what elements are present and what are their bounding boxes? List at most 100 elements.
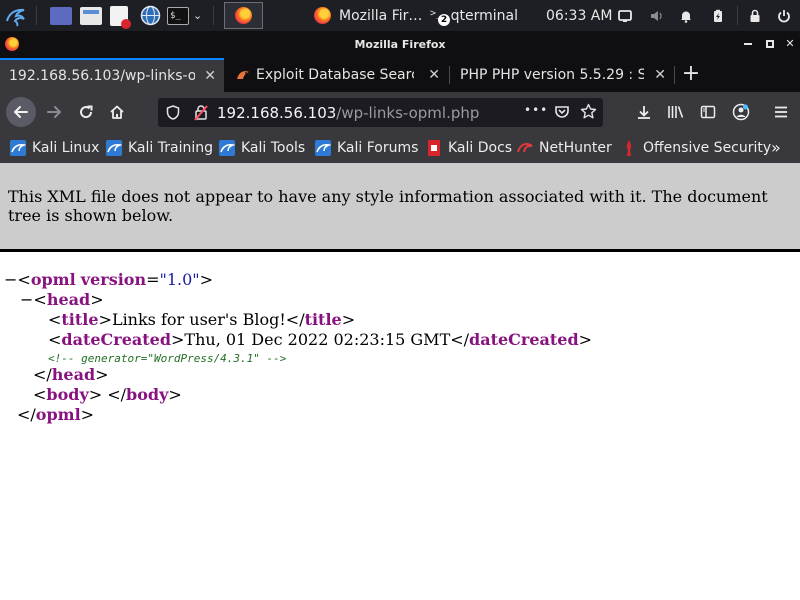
menu-button[interactable] — [767, 98, 795, 126]
terminal-icon: $_ — [167, 6, 189, 25]
bookmark-label: Kali Forums — [337, 140, 419, 156]
sidebar-button[interactable] — [694, 98, 722, 126]
downloads-button[interactable] — [630, 98, 658, 126]
tab-label: 192.168.56.103/wp-links-opml.php — [9, 68, 195, 84]
xml-title-element: <title>Links for user's Blog!</title> — [48, 310, 356, 329]
lock-screen-button[interactable] — [748, 0, 762, 31]
tab-label: PHP PHP version 5.5.29 : Security — [460, 67, 644, 83]
xml-info-banner: This XML file does not appear to have an… — [0, 163, 800, 250]
sidebar-icon — [700, 105, 716, 119]
workspace-button[interactable] — [50, 0, 72, 31]
reload-icon — [80, 105, 93, 119]
battery-charging-icon — [714, 9, 722, 22]
url-host: 192.168.56.103 — [217, 104, 337, 122]
pocket-icon[interactable] — [554, 104, 570, 124]
url-path: /wp-links-opml.php — [336, 104, 480, 122]
bell-icon — [681, 11, 691, 23]
library-button[interactable] — [662, 98, 690, 126]
insecure-lock-icon[interactable] — [193, 104, 209, 125]
launcher-dropdown[interactable]: ⌄ — [193, 0, 202, 31]
collapse-toggle[interactable]: − — [4, 270, 17, 289]
clock[interactable]: 06:33 AM — [546, 0, 612, 31]
tab-strip: 192.168.56.103/wp-links-opml.php ✕ Explo… — [0, 58, 800, 92]
tab-label: Exploit Database Search — [256, 67, 414, 83]
tab-close-icon[interactable]: ✕ — [204, 68, 216, 84]
xml-head-open: −<head> — [20, 290, 104, 309]
close-window-button[interactable]: ✕ — [783, 37, 797, 51]
bookmark-kali-docs[interactable]: Kali Docs — [426, 138, 512, 158]
task-firefox-label: Mozilla Fir… — [339, 7, 423, 24]
xml-attr-value: "1.0" — [159, 270, 200, 289]
bookmark-kali-linux[interactable]: Kali Linux — [10, 138, 99, 158]
bookmark-label: Kali Tools — [241, 140, 306, 156]
globe-icon — [140, 5, 161, 26]
reload-button[interactable] — [72, 98, 100, 126]
display-tray-button[interactable] — [618, 0, 632, 31]
terminal-launcher-button[interactable]: $_ — [167, 0, 189, 31]
back-button[interactable] — [6, 97, 36, 127]
minimize-icon — [744, 43, 752, 45]
xml-tag-name: title — [304, 310, 342, 329]
kali-icon — [315, 140, 331, 156]
power-button[interactable] — [777, 0, 791, 31]
xml-info-text: This XML file does not appear to have an… — [8, 187, 798, 225]
window-titlebar: Mozilla Firefox ✕ — [0, 31, 800, 58]
xml-head-close: </head> — [33, 365, 109, 384]
account-button[interactable] — [727, 98, 755, 126]
shield-icon[interactable] — [166, 105, 180, 124]
display-icon — [618, 9, 632, 22]
volume-tray-button[interactable] — [650, 0, 664, 31]
bookmark-star-icon[interactable] — [580, 103, 597, 124]
bookmarks-toolbar: Kali Linux Kali Training Kali Tools Kali… — [0, 132, 800, 163]
minimize-button[interactable] — [741, 37, 755, 51]
xml-tag-name: title — [61, 310, 99, 329]
tab-close-icon[interactable]: ✕ — [654, 67, 666, 83]
new-tab-button[interactable]: + — [678, 58, 704, 92]
text-editor-icon — [110, 5, 131, 29]
battery-tray-button[interactable] — [711, 0, 725, 31]
notifications-tray-button[interactable] — [679, 0, 693, 31]
collapse-toggle[interactable]: − — [20, 290, 33, 309]
library-icon — [668, 106, 684, 118]
bookmark-kali-tools[interactable]: Kali Tools — [219, 138, 305, 158]
bookmark-nethunter[interactable]: NetHunter — [517, 138, 612, 158]
maximize-icon — [766, 40, 774, 48]
task-qterminal[interactable]: >_ 2 qterminal — [424, 2, 524, 29]
xml-info-line: tree is shown below. — [8, 206, 174, 225]
xml-body-element: <body> </body> — [33, 385, 182, 404]
tab-php-version[interactable]: PHP PHP version 5.5.29 : Security ✕ — [450, 58, 674, 92]
bookmark-offensive-security[interactable]: Offensive Security — [621, 138, 771, 158]
xml-tag-name: opml — [30, 270, 76, 289]
maximize-button[interactable] — [763, 37, 777, 51]
tab-close-icon[interactable]: ✕ — [428, 67, 440, 83]
window-title: Mozilla Firefox — [354, 38, 446, 51]
file-manager-icon — [80, 6, 102, 25]
bookmark-kali-forums[interactable]: Kali Forums — [315, 138, 418, 158]
firefox-icon — [314, 7, 331, 24]
page-actions-icon[interactable]: ••• — [524, 103, 548, 117]
xml-comment: <!-- generator="WordPress/4.3.1" --> — [48, 349, 286, 365]
account-icon — [732, 103, 750, 121]
bookmarks-overflow-button[interactable]: » — [771, 138, 781, 157]
tab-exploit-database[interactable]: Exploit Database Search ✕ — [224, 58, 448, 92]
kali-menu-button[interactable] — [4, 0, 28, 31]
text-editor-button[interactable] — [110, 0, 131, 31]
file-manager-button[interactable] — [80, 0, 102, 31]
kali-dragon-icon — [6, 8, 25, 26]
kali-icon — [219, 140, 235, 156]
url-text[interactable]: 192.168.56.103/wp-links-opml.php — [217, 104, 479, 122]
home-button[interactable] — [103, 98, 131, 126]
tab-wp-links-opml[interactable]: 192.168.56.103/wp-links-opml.php ✕ — [0, 58, 224, 92]
task-firefox[interactable]: Mozilla Fir… — [308, 2, 424, 29]
url-bar[interactable]: 192.168.56.103/wp-links-opml.php ••• — [158, 98, 603, 127]
browser-launcher-button[interactable] — [140, 0, 161, 31]
arrow-left-icon — [14, 106, 28, 118]
xml-opml-close: </opml> — [17, 405, 95, 424]
xml-tag-name: head — [51, 365, 96, 384]
forward-button[interactable] — [40, 98, 68, 126]
xml-attr-name: version — [80, 270, 147, 289]
bookmark-kali-training[interactable]: Kali Training — [106, 138, 213, 158]
task-firefox-active[interactable] — [224, 2, 263, 29]
download-icon — [638, 106, 650, 119]
nethunter-icon — [517, 143, 533, 153]
